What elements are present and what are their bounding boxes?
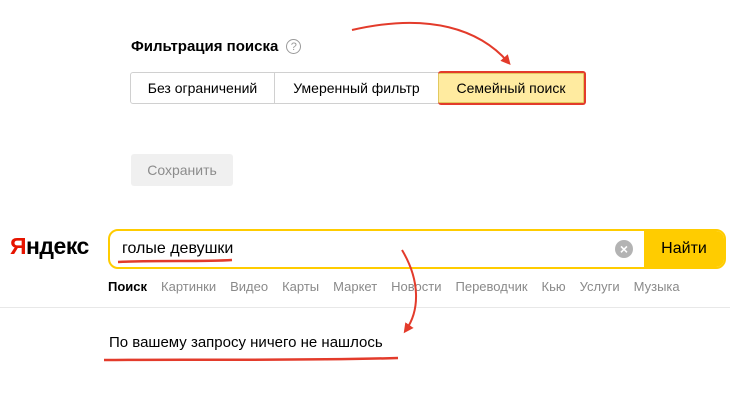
page: Фильтрация поиска ? Без ограничений Умер… — [0, 0, 730, 407]
service-tab-news[interactable]: Новости — [391, 279, 441, 294]
service-tab-search[interactable]: Поиск — [108, 279, 147, 294]
service-tab-services[interactable]: Услуги — [580, 279, 620, 294]
clear-icon[interactable]: × — [604, 231, 644, 267]
search-input[interactable] — [110, 231, 604, 267]
search-button[interactable]: Найти — [644, 231, 724, 267]
filter-title-text: Фильтрация поиска — [131, 38, 279, 55]
logo-first-letter: Я — [10, 233, 27, 259]
clear-icon-glyph: × — [615, 240, 633, 258]
search-box: × Найти — [108, 229, 726, 269]
annotation-underline-result — [103, 356, 399, 362]
service-tab-market[interactable]: Маркет — [333, 279, 377, 294]
annotation-arrow-top — [351, 21, 511, 66]
service-tab-translate[interactable]: Переводчик — [456, 279, 528, 294]
service-tab-music[interactable]: Музыка — [634, 279, 680, 294]
divider — [0, 307, 730, 308]
save-button[interactable]: Сохранить — [131, 154, 233, 186]
filter-option-no-restrictions[interactable]: Без ограничений — [130, 72, 275, 104]
filter-title: Фильтрация поиска ? — [131, 38, 302, 55]
service-tab-q[interactable]: Кью — [542, 279, 566, 294]
services-nav: Поиск Картинки Видео Карты Маркет Новост… — [108, 279, 694, 294]
filter-option-family[interactable]: Семейный поиск — [438, 71, 586, 105]
help-icon[interactable]: ? — [286, 39, 302, 54]
service-tab-video[interactable]: Видео — [230, 279, 268, 294]
service-tab-maps[interactable]: Карты — [282, 279, 319, 294]
filter-options: Без ограничений Умеренный фильтр Семейны… — [130, 71, 586, 105]
yandex-logo[interactable]: Яндекс — [10, 233, 89, 260]
logo-rest: ндекс — [26, 233, 89, 259]
no-results-message: По вашему запросу ничего не нашлось — [109, 334, 383, 351]
filter-option-moderate[interactable]: Умеренный фильтр — [275, 72, 439, 104]
service-tab-images[interactable]: Картинки — [161, 279, 216, 294]
